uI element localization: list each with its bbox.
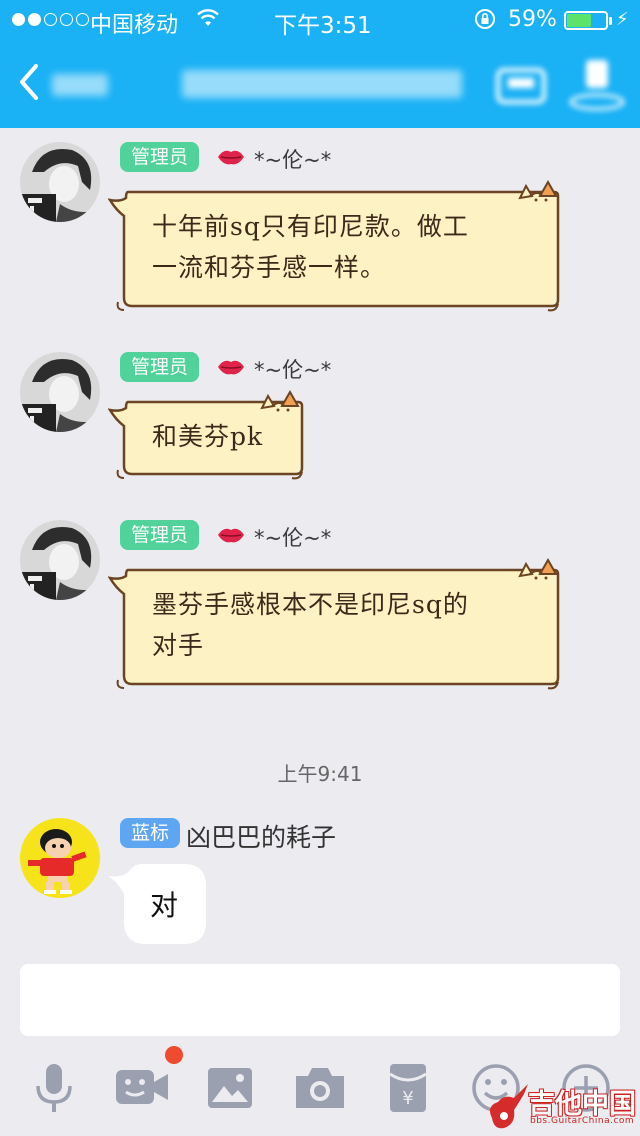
nav-bar xyxy=(0,40,640,128)
avatar[interactable] xyxy=(20,142,100,222)
cat-ears-icon xyxy=(518,180,558,202)
battery-icon xyxy=(564,11,612,30)
avatar[interactable] xyxy=(20,520,100,600)
rotation-lock-icon xyxy=(475,9,495,29)
lips-icon xyxy=(218,528,244,543)
sender-name: *~伦~* xyxy=(254,358,332,382)
signal-strength xyxy=(12,13,89,26)
back-label-blurred[interactable] xyxy=(52,74,108,96)
cat-ears-icon xyxy=(260,390,300,412)
message-input[interactable] xyxy=(20,964,620,1036)
battery-percent: 59% xyxy=(508,7,557,32)
image-icon[interactable] xyxy=(200,1060,260,1116)
sender-name: *~伦~* xyxy=(254,148,332,172)
sender-name: *~伦~* xyxy=(254,526,332,550)
message-bubble[interactable]: 对 xyxy=(108,864,206,944)
message-bubble[interactable]: 十年前sq只有印尼款。做工 一流和芬手感一样。 xyxy=(108,180,562,314)
message-bubble[interactable]: 和美芬pk xyxy=(108,390,306,482)
camera-icon[interactable] xyxy=(290,1060,350,1116)
red-packet-icon[interactable]: ¥ xyxy=(378,1060,438,1116)
chat-title-blurred xyxy=(182,70,462,98)
status-bar: 中国移动 下午3:51 59% ⚡ xyxy=(0,0,640,40)
message-text-line: 十年前sq只有印尼款。做工 xyxy=(152,212,469,241)
microphone-icon[interactable] xyxy=(24,1060,84,1116)
svg-text:¥: ¥ xyxy=(402,1088,413,1109)
message-text-line: 墨芬手感根本不是印尼sq的 xyxy=(152,590,469,619)
guitar-logo-icon xyxy=(490,1084,528,1129)
chevron-left-icon[interactable] xyxy=(14,60,44,104)
group-profile-icon[interactable] xyxy=(494,60,548,108)
wifi-icon xyxy=(197,9,219,26)
cat-ears-icon xyxy=(518,558,558,580)
message-bubble[interactable]: 墨芬手感根本不是印尼sq的 对手 xyxy=(108,558,562,692)
site-watermark: 吉他中国 bbs.GuitarChina.com xyxy=(484,1080,640,1136)
message-text-line: 对手 xyxy=(152,631,205,660)
status-time: 下午3:51 xyxy=(274,13,372,39)
message-timestamp: 上午9:41 xyxy=(277,762,363,786)
lips-icon xyxy=(218,150,244,165)
blue-badge: 蓝标 xyxy=(120,818,181,848)
avatar[interactable] xyxy=(20,818,100,898)
video-call-icon[interactable] xyxy=(112,1060,172,1116)
charging-icon: ⚡ xyxy=(616,9,629,30)
admin-badge: 管理员 xyxy=(120,520,200,550)
top-bar: 中国移动 下午3:51 59% ⚡ xyxy=(0,0,640,128)
admin-badge: 管理员 xyxy=(120,352,200,382)
message-text: 对 xyxy=(150,889,179,922)
lips-icon xyxy=(218,360,244,375)
message-text-line: 和美芬pk xyxy=(152,422,264,451)
watermark-url: bbs.GuitarChina.com xyxy=(530,1116,635,1126)
sender-name: 凶巴巴的耗子 xyxy=(186,823,337,852)
notification-dot xyxy=(165,1046,183,1064)
avatar[interactable] xyxy=(20,352,100,432)
admin-badge: 管理员 xyxy=(120,142,200,172)
person-icon[interactable] xyxy=(566,56,628,112)
carrier-name: 中国移动 xyxy=(90,13,179,38)
message-text-line: 一流和芬手感一样。 xyxy=(152,253,387,282)
